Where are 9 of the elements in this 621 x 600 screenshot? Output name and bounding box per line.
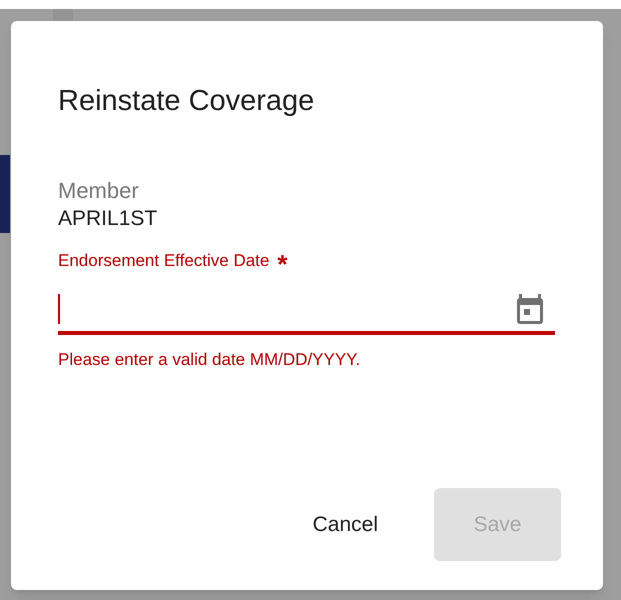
error-message: Please enter a valid date MM/DD/YYYY. — [58, 349, 362, 371]
dialog-title: Reinstate Coverage — [58, 84, 316, 119]
text-cursor — [58, 294, 60, 324]
member-label: Member — [58, 177, 140, 205]
field-label: Endorsement Effective Date — [58, 250, 270, 272]
cancel-button[interactable]: Cancel — [308, 488, 382, 561]
required-mark: * — [277, 248, 288, 275]
member-value: APRIL1ST — [58, 206, 158, 232]
calendar-icon[interactable] — [517, 294, 543, 324]
